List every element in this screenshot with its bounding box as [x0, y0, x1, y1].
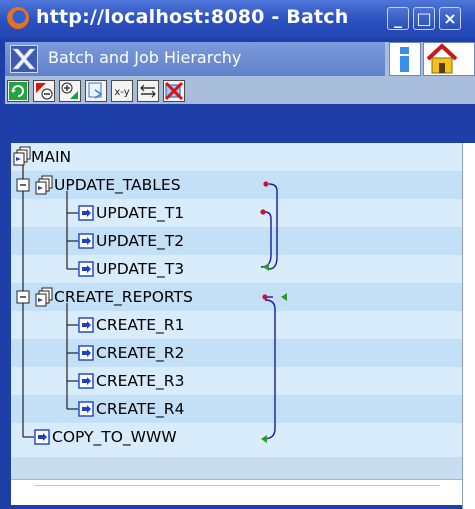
app-header-area: Batch and Job Hierarchy x-y	[5, 42, 475, 104]
info-icon	[400, 47, 409, 72]
firefox-icon	[7, 7, 29, 29]
tree-node-label[interactable]: COPY_TO_WWW	[52, 423, 177, 451]
tree-node-label[interactable]: CREATE_R4	[96, 395, 184, 423]
toggle-icon	[140, 84, 156, 98]
delete-button[interactable]	[163, 80, 185, 102]
horizontal-scrollbar[interactable]	[11, 479, 462, 505]
maximize-button[interactable]: □	[413, 7, 435, 30]
tree-node-label[interactable]: UPDATE_TABLES	[54, 171, 181, 199]
expand-button[interactable]	[59, 80, 81, 102]
delete-icon	[164, 81, 184, 101]
info-button[interactable]	[389, 42, 421, 76]
collapse-button[interactable]	[33, 80, 55, 102]
refresh-button[interactable]	[7, 80, 29, 102]
tree-node-label[interactable]: UPDATE_T2	[96, 227, 184, 255]
xy-label: x-y	[114, 87, 129, 98]
home-icon	[426, 43, 458, 74]
vertical-scrollbar[interactable]	[462, 143, 475, 509]
refresh-icon	[9, 82, 27, 100]
window-title: http://localhost:8080 - Batch	[36, 6, 349, 28]
job-tree: MAIN UPDATE_TABLES UPDATE_T1 UPDATE_T2 U…	[11, 143, 462, 457]
dependency-start-markers	[260, 181, 269, 300]
tree-footer-strip	[11, 457, 462, 479]
tree-node-label[interactable]: CREATE_REPORTS	[54, 283, 193, 311]
close-button[interactable]: ×	[439, 7, 461, 30]
window-titlebar[interactable]: http://localhost:8080 - Batch _ □ ×	[0, 0, 475, 38]
copy-button[interactable]	[85, 80, 107, 102]
home-button[interactable]	[423, 42, 475, 76]
tree-node-label[interactable]: CREATE_R1	[96, 311, 184, 339]
app-header: Batch and Job Hierarchy	[5, 42, 385, 76]
dependency-lines	[260, 183, 278, 440]
scrollbar-thumb[interactable]	[35, 485, 440, 486]
tree-node-label[interactable]: CREATE_R2	[96, 339, 184, 367]
tree-node-label[interactable]: UPDATE_T3	[96, 255, 184, 283]
dependency-end-markers	[261, 263, 287, 443]
toggle-button[interactable]	[137, 80, 159, 102]
app-logo-icon	[10, 45, 38, 73]
browser-window: http://localhost:8080 - Batch _ □ × Batc…	[0, 0, 475, 509]
tree-node-label[interactable]: CREATE_R3	[96, 367, 184, 395]
copy-icon	[88, 82, 103, 99]
page-title: Batch and Job Hierarchy	[48, 48, 242, 67]
tree-node-label[interactable]: MAIN	[31, 143, 71, 171]
expand-icon	[61, 82, 78, 99]
xy-button[interactable]: x-y	[111, 80, 133, 102]
tree-node-label[interactable]: UPDATE_T1	[96, 199, 184, 227]
xy-icon: x-y	[114, 87, 129, 98]
minimize-button[interactable]: _	[387, 7, 409, 30]
toolbar: x-y	[5, 80, 475, 104]
collapse-icon	[36, 83, 53, 100]
